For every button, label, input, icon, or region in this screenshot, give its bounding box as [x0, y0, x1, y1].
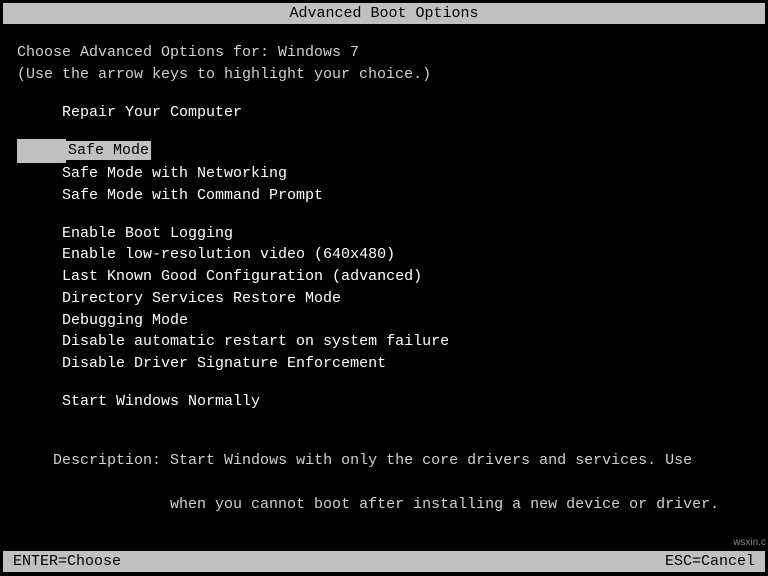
menu-item[interactable]: Safe Mode — [17, 139, 751, 163]
instruction-line2: (Use the arrow keys to highlight your ch… — [17, 64, 751, 86]
menu-item[interactable]: Enable low-resolution video (640x480) — [17, 244, 751, 266]
menu-group: Repair Your Computer — [17, 102, 751, 124]
menu-item[interactable]: Directory Services Restore Mode — [17, 288, 751, 310]
menu-item-label: Directory Services Restore Mode — [62, 290, 341, 307]
indent — [17, 185, 62, 207]
menu-list: Repair Your Computer Safe Mode Safe Mode… — [17, 102, 751, 413]
indent — [17, 266, 62, 288]
menu-item-label: Last Known Good Configuration (advanced) — [62, 268, 422, 285]
menu-item[interactable]: Debugging Mode — [17, 310, 751, 332]
instruction-line1: Choose Advanced Options for: Windows 7 — [17, 42, 751, 64]
description-text2: when you cannot boot after installing a … — [53, 496, 719, 513]
indent — [17, 139, 66, 163]
menu-item-label: Debugging Mode — [62, 312, 188, 329]
menu-item-label: Safe Mode with Command Prompt — [62, 187, 323, 204]
footer-bar: ENTER=Choose ESC=Cancel — [3, 551, 765, 572]
menu-item-label: Disable automatic restart on system fail… — [62, 333, 449, 350]
watermark: wsxin.c — [733, 537, 766, 548]
indent — [17, 244, 62, 266]
menu-item-label: Enable low-resolution video (640x480) — [62, 246, 395, 263]
menu-item-label: Enable Boot Logging — [62, 225, 233, 242]
indent — [17, 353, 62, 375]
indent — [17, 310, 62, 332]
menu-item[interactable]: Safe Mode with Command Prompt — [17, 185, 751, 207]
indent — [17, 288, 62, 310]
menu-item[interactable]: Last Known Good Configuration (advanced) — [17, 266, 751, 288]
description-text1: Start Windows with only the core drivers… — [170, 452, 692, 469]
menu-group: Start Windows Normally — [17, 391, 751, 413]
title-bar: Advanced Boot Options — [3, 3, 765, 24]
menu-item[interactable]: Disable Driver Signature Enforcement — [17, 353, 751, 375]
menu-item-label: Safe Mode with Networking — [62, 165, 287, 182]
indent — [17, 331, 62, 353]
content-area: Choose Advanced Options for: Windows 7 (… — [3, 42, 765, 537]
footer-enter: ENTER=Choose — [13, 553, 121, 570]
menu-group: Safe Mode Safe Mode with Networking Safe… — [17, 139, 751, 206]
indent — [17, 102, 62, 124]
menu-item[interactable]: Safe Mode with Networking — [17, 163, 751, 185]
footer-esc: ESC=Cancel — [665, 553, 755, 570]
menu-item[interactable]: Repair Your Computer — [17, 102, 751, 124]
indent — [17, 163, 62, 185]
description: Description: Start Windows with only the… — [17, 429, 751, 538]
menu-item[interactable]: Disable automatic restart on system fail… — [17, 331, 751, 353]
indent — [17, 391, 62, 413]
indent — [17, 223, 62, 245]
menu-item[interactable]: Start Windows Normally — [17, 391, 751, 413]
menu-item-label: Safe Mode — [66, 141, 151, 160]
menu-item[interactable]: Enable Boot Logging — [17, 223, 751, 245]
description-label: Description: — [53, 452, 170, 469]
menu-item-label: Start Windows Normally — [62, 393, 260, 410]
title-text: Advanced Boot Options — [289, 5, 478, 22]
menu-item-label: Repair Your Computer — [62, 104, 242, 121]
menu-item-label: Disable Driver Signature Enforcement — [62, 355, 386, 372]
menu-group: Enable Boot Logging Enable low-resolutio… — [17, 223, 751, 375]
